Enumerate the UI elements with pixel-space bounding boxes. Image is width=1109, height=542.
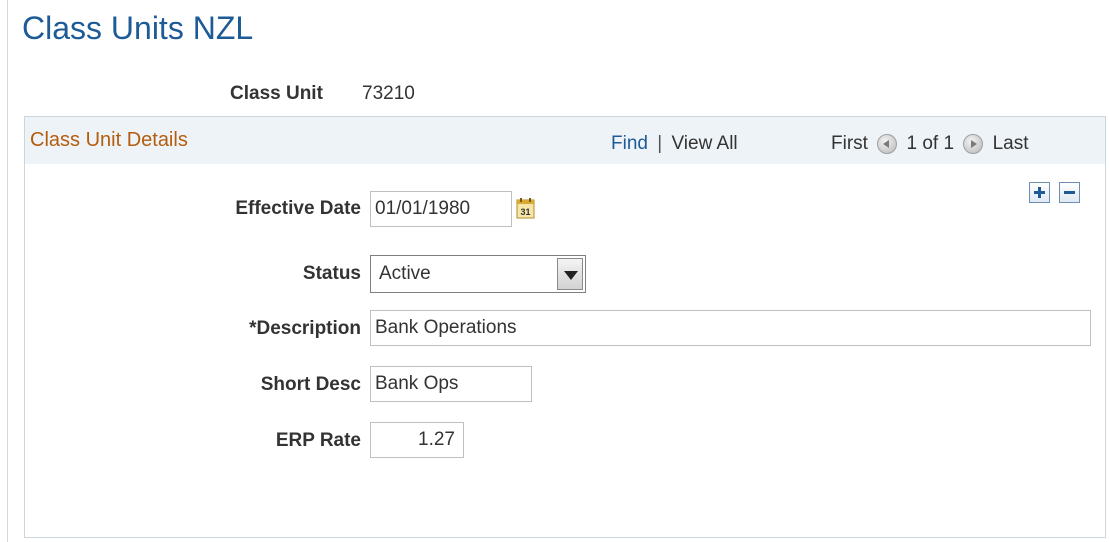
class-unit-label: Class Unit xyxy=(230,83,323,104)
class-unit-details-panel: Class Unit Details Find | View All First… xyxy=(24,116,1106,538)
status-selected-value: Active xyxy=(379,263,431,284)
page: Class Units NZL Class Unit 73210 Class U… xyxy=(0,0,1109,542)
page-info: 1 of 1 xyxy=(906,133,955,154)
status-label: Status xyxy=(302,263,361,284)
arrow-right-icon[interactable] xyxy=(963,134,984,154)
view-all-link[interactable]: View All xyxy=(671,133,737,154)
add-row-button[interactable] xyxy=(1029,182,1050,203)
chevron-down-icon[interactable] xyxy=(557,258,583,290)
description-label: *Description xyxy=(249,318,361,339)
erp-rate-label: ERP Rate xyxy=(275,430,361,451)
short-desc-input[interactable] xyxy=(370,366,532,402)
effective-date-label: Effective Date xyxy=(235,198,361,219)
panel-title: Class Unit Details xyxy=(30,129,188,151)
find-link[interactable]: Find xyxy=(611,133,648,154)
page-title: Class Units NZL xyxy=(22,10,254,46)
description-input[interactable] xyxy=(370,310,1091,346)
pager: First 1 of 1 Last xyxy=(831,132,1029,156)
calendar-icon[interactable]: 31 xyxy=(515,197,537,220)
delete-row-button[interactable] xyxy=(1059,182,1080,203)
class-unit-value: 73210 xyxy=(362,83,415,104)
short-desc-label: Short Desc xyxy=(260,374,361,395)
link-separator: | xyxy=(657,133,663,154)
class-unit-key: Class Unit 73210 xyxy=(0,82,500,106)
last-link[interactable]: Last xyxy=(993,133,1029,154)
status-select[interactable]: Active xyxy=(370,255,586,293)
panel-header: Class Unit Details Find | View All First… xyxy=(25,117,1105,164)
arrow-left-icon[interactable] xyxy=(877,134,898,154)
effective-date-input[interactable] xyxy=(370,191,512,227)
first-link[interactable]: First xyxy=(831,133,868,154)
calendar-icon-text: 31 xyxy=(520,207,530,217)
find-view-all-links: Find | View All xyxy=(611,132,738,156)
erp-rate-input[interactable] xyxy=(370,422,464,458)
